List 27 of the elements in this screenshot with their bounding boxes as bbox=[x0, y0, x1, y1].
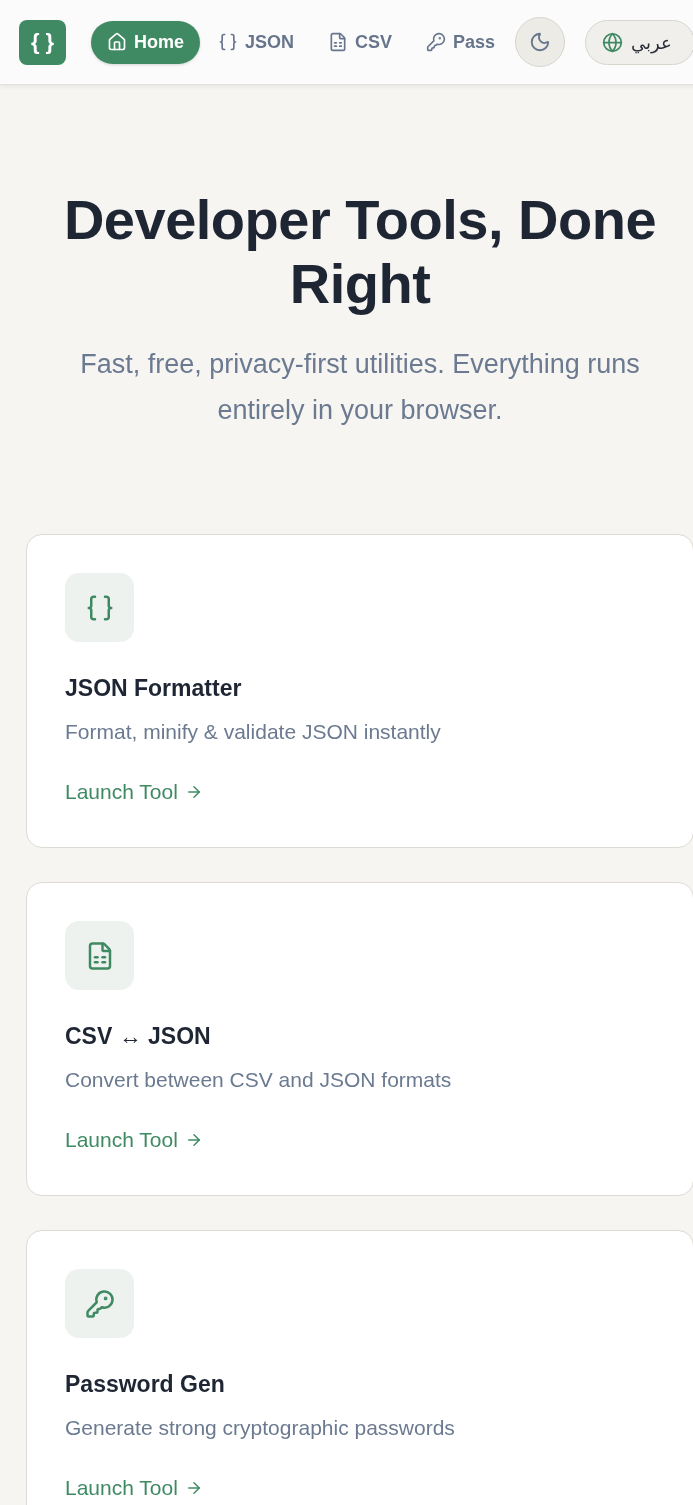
theme-toggle-button[interactable] bbox=[515, 17, 566, 67]
moon-icon bbox=[529, 31, 552, 53]
nav-link[interactable]: CSV bbox=[312, 20, 409, 64]
globe-icon bbox=[602, 31, 624, 53]
spreadsheet-file-icon bbox=[328, 32, 349, 52]
tool-title: JSON Formatter bbox=[65, 674, 242, 703]
spreadsheet-file-icon bbox=[65, 921, 134, 990]
launch-tool-link[interactable]: Launch Tool bbox=[65, 1473, 203, 1503]
braces-icon bbox=[65, 573, 134, 642]
logo: { } bbox=[19, 19, 66, 65]
key-icon bbox=[426, 32, 447, 52]
language-button[interactable]: عربي bbox=[585, 19, 693, 65]
launch-tool-link[interactable]: Launch Tool bbox=[65, 1125, 203, 1155]
nav-link[interactable]: JSON bbox=[202, 20, 311, 64]
launch-tool-link[interactable]: Launch Tool bbox=[65, 777, 203, 807]
tool-description: Generate strong cryptographic passwords bbox=[65, 1415, 455, 1441]
braces-icon bbox=[218, 32, 238, 52]
tool-description: Format, minify & validate JSON instantly bbox=[65, 719, 441, 745]
tool-title: CSV ↔ JSON bbox=[65, 1022, 211, 1051]
key-icon bbox=[65, 1269, 134, 1338]
nav-link[interactable]: Home bbox=[91, 20, 200, 64]
page-heading: Developer Tools, Done Right bbox=[62, 188, 658, 316]
page-subtitle: Fast, free, privacy-first utilities. Everything runs entirely in your browser. bbox=[79, 348, 641, 427]
nav-link[interactable]: Pass bbox=[410, 20, 512, 64]
tool-title: Password Gen bbox=[65, 1370, 225, 1399]
tool-description: Convert between CSV and JSON formats bbox=[65, 1067, 452, 1093]
house-icon bbox=[107, 32, 127, 52]
